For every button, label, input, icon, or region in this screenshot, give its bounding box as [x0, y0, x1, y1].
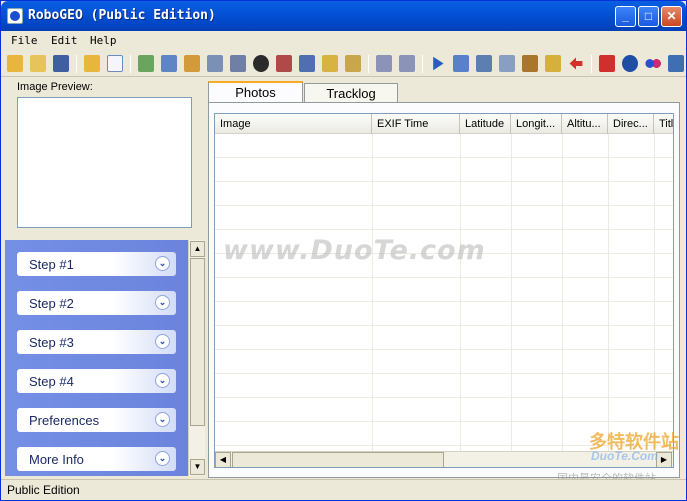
chevron-down-icon: ⌄	[155, 334, 170, 349]
step-2-button[interactable]: Step #2 ⌄	[17, 291, 176, 315]
pin-icon[interactable]	[599, 55, 615, 72]
note-icon[interactable]	[545, 55, 561, 72]
menu-file[interactable]: File	[11, 34, 38, 47]
column-header-altitude[interactable]: Altitu...	[562, 114, 608, 134]
scroll-thumb[interactable]	[190, 258, 205, 426]
maximize-button[interactable]: □	[638, 6, 659, 27]
watermark-text: www.DuoTe.com	[223, 235, 486, 266]
scroll-right-icon[interactable]: ▶	[656, 452, 672, 467]
new-file-icon[interactable]	[107, 55, 123, 72]
column-header-latitude[interactable]: Latitude	[460, 114, 511, 134]
app-icon	[7, 8, 23, 24]
chevron-down-icon: ⌄	[155, 412, 170, 427]
map-window-icon[interactable]	[476, 55, 492, 72]
earth-icon[interactable]	[622, 55, 638, 72]
status-text: Public Edition	[7, 483, 80, 497]
step-label: Step #1	[29, 257, 74, 272]
preferences-button[interactable]: Preferences ⌄	[17, 408, 176, 432]
chart-icon[interactable]	[668, 55, 684, 72]
scroll-thumb[interactable]	[232, 452, 444, 467]
time-icon[interactable]	[184, 55, 200, 72]
save-icon[interactable]	[53, 55, 69, 72]
pencil-icon[interactable]	[522, 55, 538, 72]
grid-header: Image EXIF Time Latitude Longit... Altit…	[215, 114, 673, 134]
column-header-exif-time[interactable]: EXIF Time	[372, 114, 460, 134]
status-bar: Public Edition	[1, 479, 686, 500]
scroll-left-icon[interactable]: ◀	[215, 452, 231, 467]
grid-icon[interactable]	[276, 55, 292, 72]
column-header-title[interactable]: Titl	[654, 114, 673, 134]
open-folder-icon[interactable]	[7, 55, 23, 72]
edit-icon[interactable]	[345, 55, 361, 72]
calendar-icon[interactable]	[161, 55, 177, 72]
speaker-loud-icon[interactable]	[399, 55, 415, 72]
steps-scrollbar[interactable]: ▲ ▼	[188, 240, 205, 476]
play-icon[interactable]	[433, 56, 444, 71]
list-icon[interactable]	[230, 55, 246, 72]
minimize-button[interactable]: _	[615, 6, 636, 27]
step-label: Step #4	[29, 374, 74, 389]
import-icon[interactable]	[138, 55, 154, 72]
column-header-image[interactable]: Image	[215, 114, 372, 134]
title-bar[interactable]: RoboGEO (Public Edition) _ □ ✕	[1, 1, 686, 31]
step-label: Step #2	[29, 296, 74, 311]
window-icon[interactable]	[299, 55, 315, 72]
step-1-button[interactable]: Step #1 ⌄	[17, 252, 176, 276]
step-4-button[interactable]: Step #4 ⌄	[17, 369, 176, 393]
photos-grid[interactable]: Image EXIF Time Latitude Longit... Altit…	[214, 113, 674, 468]
scroll-down-icon[interactable]: ▼	[190, 459, 205, 475]
column-header-direction[interactable]: Direc...	[608, 114, 654, 134]
column-header-longitude[interactable]: Longit...	[511, 114, 562, 134]
folder-icon[interactable]	[30, 55, 46, 72]
route-icon[interactable]	[453, 55, 469, 72]
chevron-down-icon: ⌄	[155, 373, 170, 388]
cells-icon[interactable]	[322, 55, 338, 72]
image-preview-label: Image Preview:	[17, 81, 93, 93]
globe-icon[interactable]	[253, 55, 269, 72]
tab-photos[interactable]: Photos	[208, 81, 303, 103]
chevron-down-icon: ⌄	[155, 295, 170, 310]
step-label: More Info	[29, 452, 84, 467]
chevron-down-icon: ⌄	[155, 256, 170, 271]
steps-panel: Step #1 ⌄ Step #2 ⌄ Step #3 ⌄ Step #4 ⌄ …	[5, 240, 188, 476]
more-info-button[interactable]: More Info ⌄	[17, 447, 176, 471]
menu-help[interactable]: Help	[90, 34, 117, 47]
toolbar	[1, 51, 686, 77]
close-button[interactable]: ✕	[661, 6, 682, 27]
scroll-up-icon[interactable]: ▲	[190, 241, 205, 257]
menu-bar: File Edit Help	[1, 31, 686, 51]
watermark-en-brand: DuoTe.Com	[591, 449, 658, 463]
open-icon[interactable]	[84, 55, 100, 72]
speaker-icon[interactable]	[376, 55, 392, 72]
window-title: RoboGEO (Public Edition)	[28, 8, 216, 23]
menu-edit[interactable]: Edit	[51, 34, 78, 47]
sort-icon[interactable]	[207, 55, 223, 72]
step-label: Step #3	[29, 335, 74, 350]
frame-icon[interactable]	[499, 55, 515, 72]
back-arrow-icon[interactable]	[569, 57, 583, 70]
app-window: RoboGEO (Public Edition) _ □ ✕ File Edit…	[0, 0, 687, 501]
dots-icon[interactable]	[645, 55, 661, 72]
step-label: Preferences	[29, 413, 100, 428]
image-preview	[17, 97, 192, 228]
chevron-down-icon: ⌄	[155, 451, 170, 466]
step-3-button[interactable]: Step #3 ⌄	[17, 330, 176, 354]
